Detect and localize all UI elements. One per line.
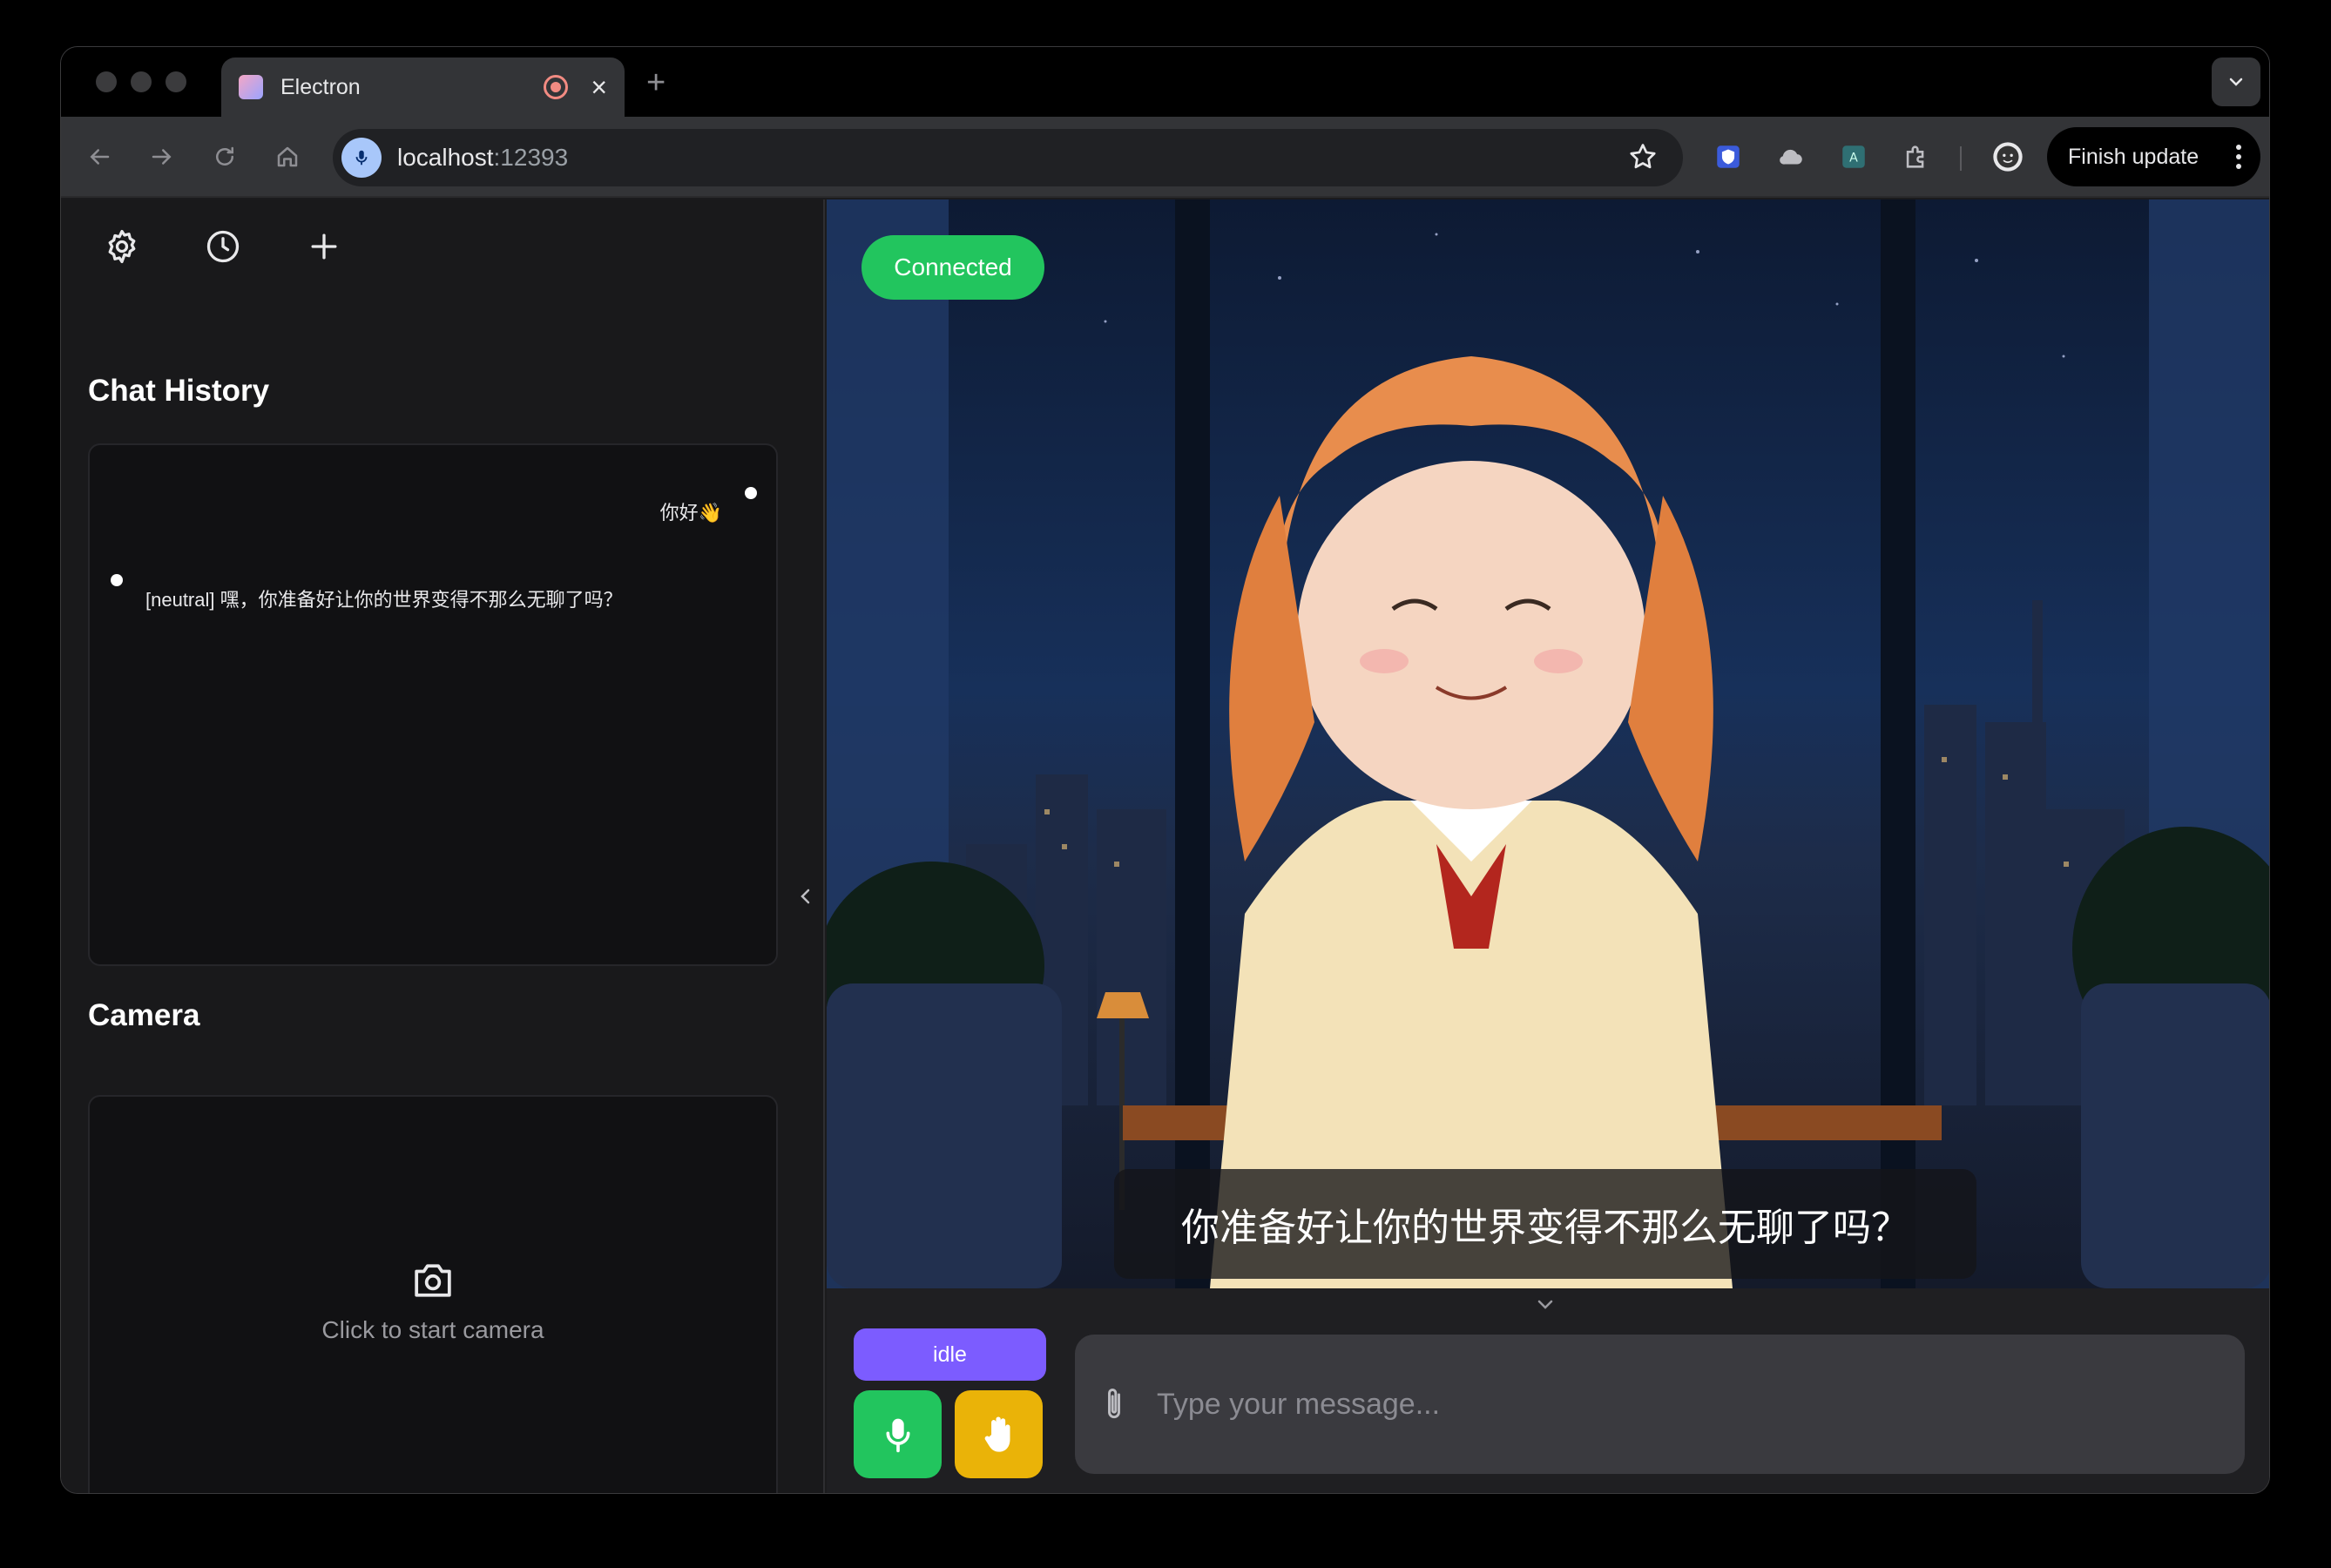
subtitle-caption: 你准备好让你的世界变得不那么无聊了吗？	[1114, 1169, 1976, 1279]
address-bar[interactable]: localhost:12393	[333, 129, 1683, 186]
close-window-button[interactable]	[96, 71, 117, 92]
sidebar: Chat History 你好👋 [neutral] 嘿，你准备好让你的世界变得…	[61, 199, 825, 1493]
history-button[interactable]	[200, 224, 246, 269]
arrow-right-icon	[152, 149, 172, 165]
clock-icon	[206, 230, 240, 263]
home-button[interactable]	[267, 136, 308, 178]
microphone-icon	[886, 1418, 909, 1452]
chevron-left-icon	[801, 889, 810, 904]
shield-extension-icon[interactable]	[1709, 138, 1747, 176]
collapse-sidebar-button[interactable]	[793, 879, 819, 914]
puzzle-extensions-icon[interactable]	[1897, 138, 1936, 176]
arrow-left-icon	[90, 149, 110, 165]
bookmark-star-icon[interactable]	[1627, 141, 1659, 177]
reload-icon	[216, 146, 233, 166]
url-text: localhost:12393	[397, 144, 569, 171]
tab-search-button[interactable]	[2212, 57, 2260, 106]
minimize-window-button[interactable]	[131, 71, 152, 92]
gear-icon	[108, 229, 136, 264]
user-message: 你好👋	[659, 502, 722, 524]
camera-hint: Click to start camera	[321, 1316, 544, 1343]
new-chat-button[interactable]	[301, 224, 347, 269]
chevron-down-icon	[2229, 78, 2243, 86]
browser-tab[interactable]: Electron ×	[221, 57, 625, 117]
browser-window: Electron × + localhost:12393 A Finish up…	[60, 46, 2270, 1494]
connection-status-badge: Connected	[861, 235, 1044, 300]
camera-title: Camera	[88, 998, 200, 1032]
microphone-button[interactable]	[854, 1390, 942, 1478]
camera-panel[interactable]: Click to start camera	[88, 1095, 778, 1493]
chevron-down-icon	[1537, 1300, 1553, 1309]
more-menu-icon	[2236, 145, 2241, 169]
translate-extension-icon[interactable]: A	[1834, 138, 1873, 176]
close-tab-icon[interactable]: ×	[591, 73, 607, 101]
toolbar-divider	[1960, 146, 1962, 171]
home-icon	[277, 146, 298, 167]
hand-icon	[984, 1416, 1010, 1452]
finish-update-button[interactable]: Finish update	[2047, 127, 2260, 186]
chat-history-panel: 你好👋 [neutral] 嘿，你准备好让你的世界变得不那么无聊了吗？	[88, 443, 778, 966]
user-avatar-dot	[745, 487, 757, 499]
new-tab-button[interactable]: +	[646, 64, 666, 102]
input-panel: idle	[827, 1288, 2269, 1493]
recording-icon	[544, 75, 569, 99]
microphone-permission-icon[interactable]	[341, 138, 382, 178]
plus-icon	[311, 233, 337, 260]
profile-avatar[interactable]	[1989, 138, 2027, 176]
interrupt-button[interactable]	[955, 1390, 1043, 1478]
reload-button[interactable]	[204, 136, 246, 178]
chat-history-title: Chat History	[88, 374, 270, 408]
ai-state-badge: idle	[854, 1328, 1046, 1381]
cloud-extension-icon[interactable]	[1772, 138, 1810, 176]
maximize-window-button[interactable]	[166, 71, 186, 92]
back-button[interactable]	[78, 136, 120, 178]
favicon-icon	[239, 75, 263, 99]
camera-icon	[415, 1264, 451, 1297]
ai-avatar-dot	[111, 574, 123, 586]
browser-toolbar: localhost:12393 A Finish update	[61, 117, 2269, 198]
svg-text:A: A	[1849, 152, 1858, 166]
tab-title: Electron	[280, 74, 361, 99]
message-input[interactable]	[1157, 1378, 2202, 1430]
tab-strip: Electron × +	[61, 47, 2269, 117]
paperclip-icon[interactable]	[1101, 1385, 1127, 1428]
message-input-box[interactable]	[1075, 1335, 2245, 1474]
character-stage[interactable]: Connected 你准备好让你的世界变得不那么无聊了吗？	[827, 199, 2269, 1288]
settings-button[interactable]	[99, 224, 145, 269]
background-scene	[827, 199, 2269, 1288]
forward-button[interactable]	[141, 136, 183, 178]
ai-message: [neutral] 嘿，你准备好让你的世界变得不那么无聊了吗？	[145, 589, 623, 611]
toggle-input-panel-button[interactable]	[1534, 1295, 1557, 1317]
